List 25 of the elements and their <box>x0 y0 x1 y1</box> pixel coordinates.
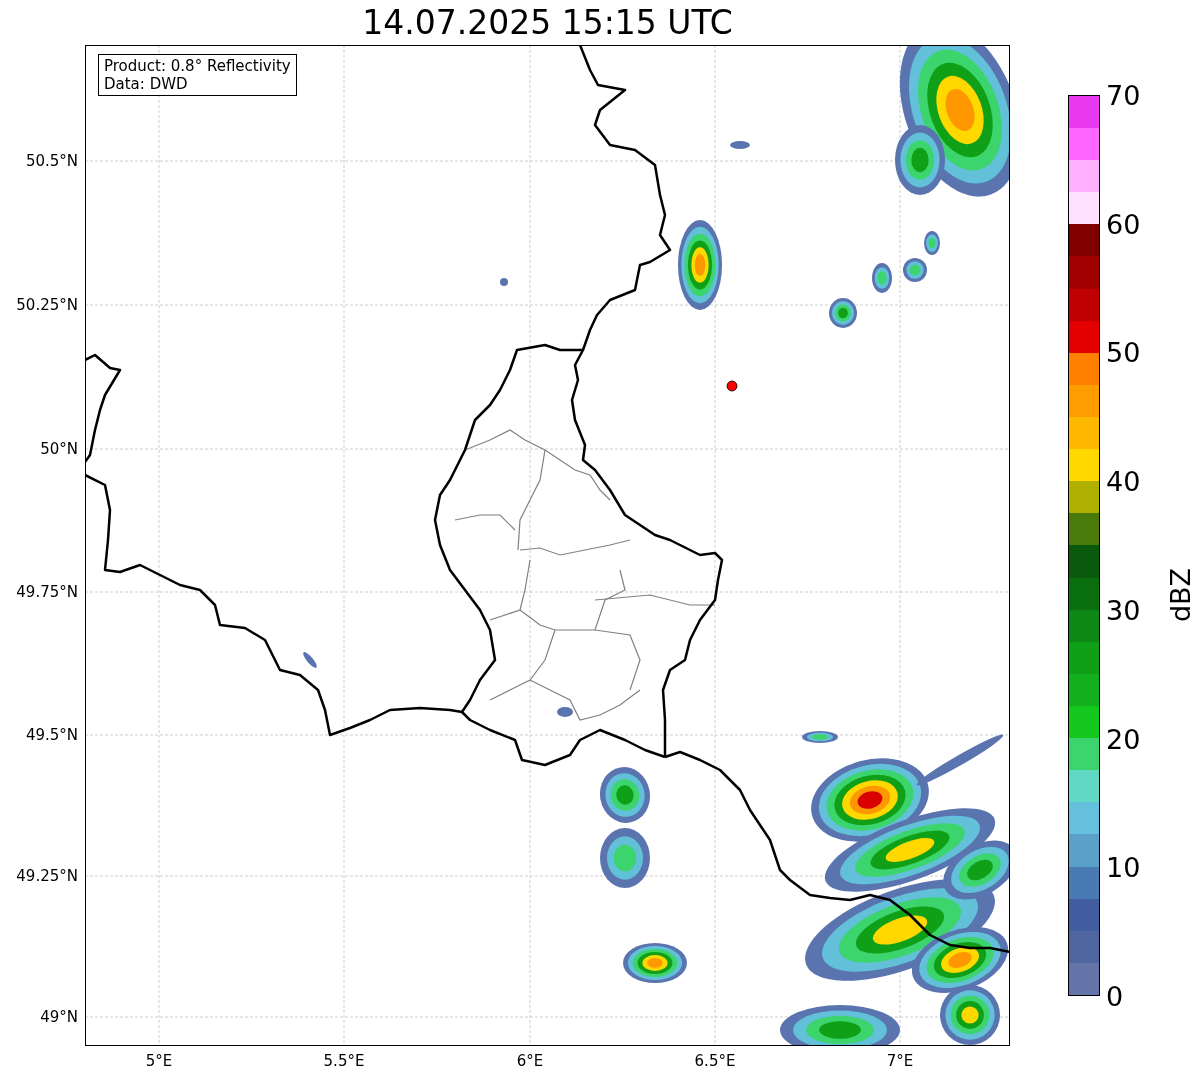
colorbar-tick-label: 70 <box>1106 79 1141 111</box>
radar-site-marker <box>726 380 738 392</box>
latitude-label: 50.5°N <box>25 152 78 170</box>
colorbar-tick-label: 10 <box>1106 851 1141 883</box>
info-text: Product: 0.8° Reflectivity <box>104 57 291 75</box>
colorbar-tick-label: 0 <box>1106 980 1124 1012</box>
longitude-label: 5°E <box>145 1052 173 1070</box>
colorbar-tick-label: 50 <box>1106 336 1141 368</box>
chart-title: 14.07.2025 15:15 UTC <box>362 2 733 43</box>
latitude-label: 49.75°N <box>16 583 78 601</box>
colorbar-tick-label: 60 <box>1106 208 1141 240</box>
latitude-label: 50.25°N <box>16 296 78 314</box>
longitude-label: 7°E <box>886 1052 914 1070</box>
info-text: Data: DWD <box>104 75 189 93</box>
latitude-label: 49°N <box>40 1008 78 1026</box>
longitude-label: 6°E <box>516 1052 544 1070</box>
latitude-label: 49.25°N <box>16 867 78 885</box>
longitude-label: 5.5°E <box>323 1052 365 1070</box>
colorbar-tick-label: 20 <box>1106 723 1141 755</box>
colorbar-tick-label: 40 <box>1106 465 1141 497</box>
latitude-label: 50°N <box>40 440 78 458</box>
latitude-label: 49.5°N <box>25 726 78 744</box>
colorbar-tick-label: 30 <box>1106 594 1141 626</box>
colorbar-label: dBZ <box>1164 567 1196 623</box>
longitude-label: 6.5°E <box>694 1052 736 1070</box>
